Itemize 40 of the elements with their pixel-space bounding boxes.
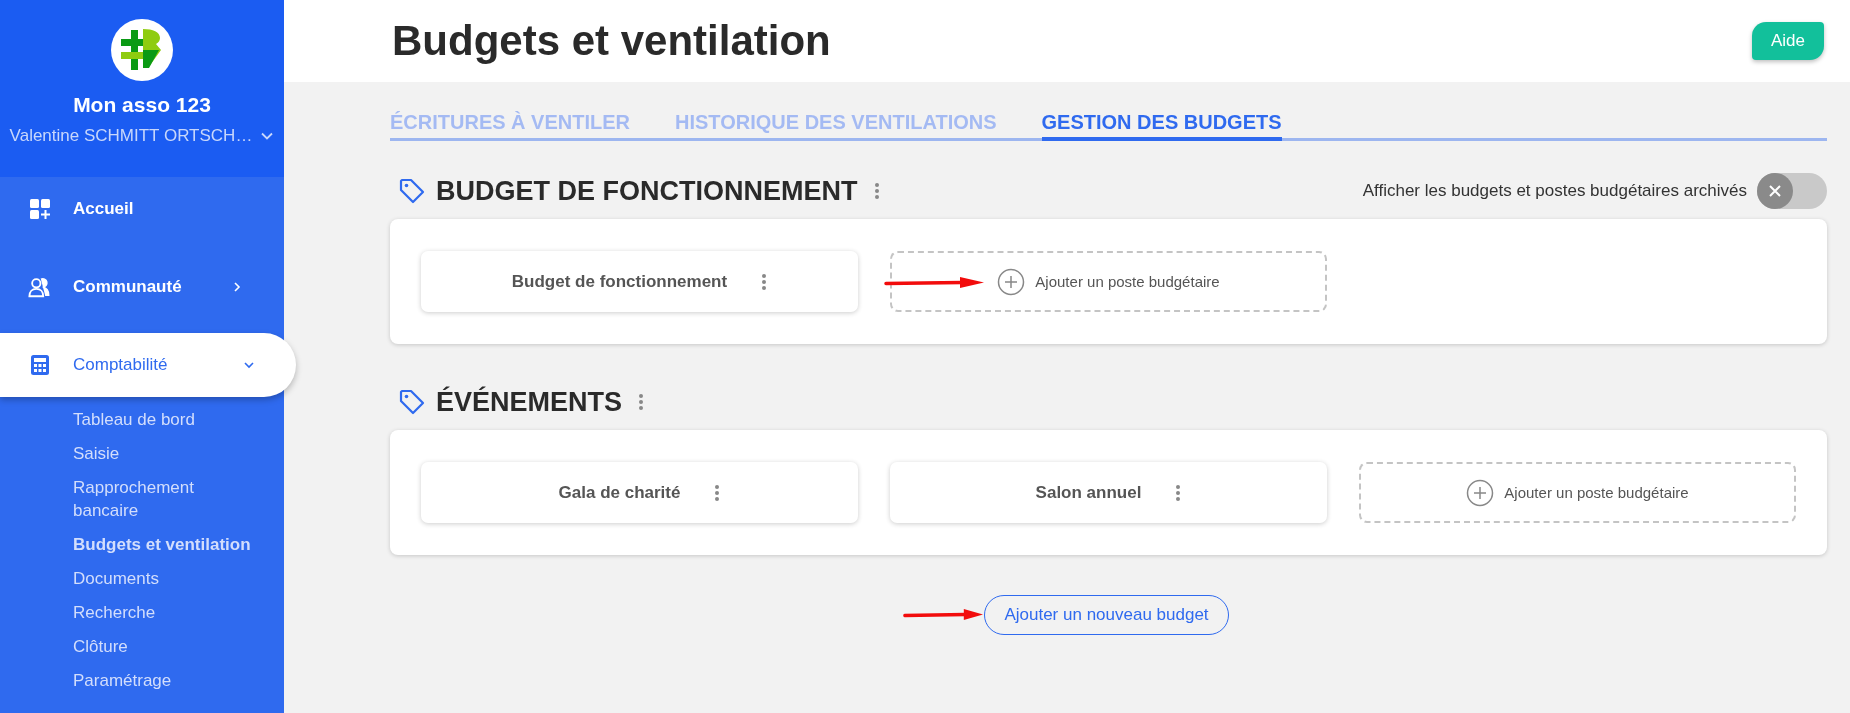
more-icon[interactable]: [1175, 483, 1182, 502]
page-title: Budgets et ventilation: [392, 17, 831, 65]
plus-icon: [997, 267, 1026, 296]
submenu-item[interactable]: Documents: [73, 562, 253, 596]
tag-icon: [398, 177, 426, 205]
submenu-item[interactable]: Clôture: [73, 630, 253, 664]
tag-icon: [398, 388, 426, 416]
submenu-item[interactable]: Tableau de bord: [73, 403, 253, 437]
budget-item[interactable]: Gala de charité: [421, 462, 858, 523]
organization-name: Mon asso 123: [73, 93, 211, 117]
help-button[interactable]: Aide: [1751, 22, 1824, 60]
submenu-item[interactable]: Budgets et ventilation: [73, 528, 253, 562]
archive-toggle[interactable]: [1757, 173, 1827, 209]
submenu-item[interactable]: Recherche: [73, 596, 253, 630]
users-icon: [28, 275, 52, 299]
tab[interactable]: GESTION DES BUDGETS: [1041, 108, 1282, 141]
more-icon[interactable]: [714, 483, 721, 502]
more-icon[interactable]: [761, 272, 768, 291]
nav-item[interactable]: Communauté: [0, 255, 284, 319]
toggle-label: Afficher les budgets et postes budgétaires archivés: [1362, 181, 1747, 201]
budget-item-label: Budget de fonctionnement: [511, 271, 728, 292]
add-item-button[interactable]: Ajouter un poste budgétaire: [1359, 462, 1796, 523]
submenu-item[interactable]: Rapprochement bancaire: [73, 471, 253, 528]
calculator-icon: [28, 353, 52, 377]
logo: [111, 19, 173, 81]
nav-item[interactable]: Comptabilité: [0, 333, 296, 397]
user-name[interactable]: Valentine SCHMITT ORTSCH…: [9, 126, 253, 146]
submenu-item[interactable]: Saisie: [73, 437, 253, 471]
dashboard-icon: [28, 197, 52, 221]
budget-item-label: Salon annuel: [1035, 482, 1142, 503]
submenu-item[interactable]: Paramétrage: [73, 664, 253, 698]
section-title: BUDGET DE FONCTIONNEMENT: [436, 175, 858, 207]
budget-item[interactable]: Salon annuel: [890, 462, 1327, 523]
more-icon[interactable]: [638, 393, 645, 411]
nav-item[interactable]: Accueil: [0, 177, 284, 241]
plus-icon: [1466, 478, 1495, 507]
budget-item[interactable]: Budget de fonctionnement: [421, 251, 858, 312]
budget-item-label: Gala de charité: [558, 482, 681, 503]
more-icon[interactable]: [873, 182, 880, 200]
section-title: ÉVÉNEMENTS: [436, 386, 623, 418]
